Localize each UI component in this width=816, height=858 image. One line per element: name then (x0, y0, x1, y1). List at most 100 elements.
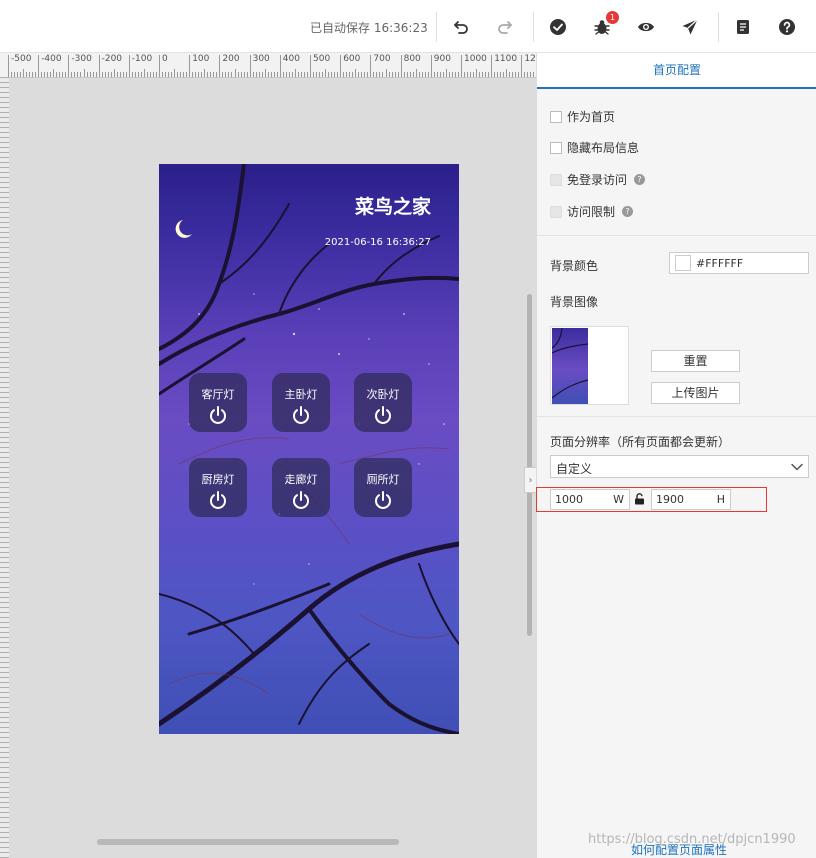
ruler-tick (131, 72, 133, 77)
night-sky-background (159, 164, 459, 734)
unlock-icon[interactable] (634, 493, 645, 505)
ruler-tick (340, 55, 342, 77)
ruler-tick (41, 72, 43, 77)
horizontal-ruler: -500 -400 -300 -200 -100 0 100 200 300 400 500 600 7… (0, 53, 536, 78)
ruler-tick (201, 72, 203, 77)
ruler-tick (316, 72, 318, 77)
ruler-tick (488, 72, 490, 77)
light-switch-master-bedroom[interactable]: 主卧灯 (272, 373, 330, 432)
bg-color-label: 背景颜色 (550, 259, 599, 273)
ruler-tick (146, 72, 148, 77)
light-switch-hallway[interactable]: 走廊灯 (272, 458, 330, 517)
bg-color-picker[interactable]: #FFFFFF (669, 252, 809, 274)
option-set-as-home[interactable]: 作为首页 (550, 108, 615, 125)
publish-button[interactable] (677, 14, 703, 40)
ruler-label: -400 (41, 54, 62, 64)
ruler-label: 600 (343, 54, 361, 64)
checkbox[interactable] (550, 141, 562, 154)
ruler-tick (155, 72, 157, 77)
option-access-restriction[interactable]: 访问限制 ? (550, 203, 634, 220)
ruler-tick (343, 72, 345, 77)
ruler-tick (436, 72, 438, 77)
ruler-tick (177, 72, 179, 77)
ruler-tick (448, 72, 450, 77)
ruler-tick (506, 69, 508, 77)
toolbar-divider (436, 12, 437, 42)
ruler-label: 1100 (494, 54, 518, 64)
light-switch-living-room[interactable]: 客厅灯 (189, 373, 247, 432)
ruler-tick (53, 69, 55, 77)
ruler-tick (337, 72, 339, 77)
redo-button[interactable] (492, 14, 518, 40)
ruler-tick (467, 72, 469, 77)
ruler-tick (249, 55, 251, 77)
upload-image-button[interactable]: 上传图片 (651, 382, 740, 404)
ruler-tick (300, 72, 302, 77)
ruler-tick (38, 55, 40, 77)
check-circle-icon (550, 19, 566, 35)
ruler-tick (180, 72, 182, 77)
reset-button[interactable]: 重置 (651, 350, 740, 372)
light-switch-second-bedroom[interactable]: 次卧灯 (354, 373, 412, 432)
ruler-tick (310, 55, 311, 77)
ruler-label: 0 (162, 54, 168, 64)
tab-page-config[interactable]: 首页配置 (537, 53, 816, 89)
resolution-select[interactable]: 自定义 (550, 455, 809, 478)
ruler-tick (11, 72, 13, 77)
design-canvas[interactable]: -500 -400 -300 -200 -100 0 100 200 300 400 500 600 7… (0, 53, 536, 858)
ruler-tick (101, 72, 103, 77)
ruler-tick (168, 72, 170, 77)
ruler-tick (388, 72, 390, 77)
preview-button[interactable] (633, 14, 659, 40)
resolution-label: 页面分辨率（所有页面都会更新） (550, 435, 731, 449)
ruler-tick (107, 72, 109, 77)
height-input[interactable]: 1900 H (651, 489, 731, 510)
ruler-tick (50, 72, 52, 77)
light-switch-kitchen[interactable]: 厨房灯 (189, 458, 247, 517)
ruler-tick (503, 72, 505, 77)
option-hide-layout-info[interactable]: 隐藏布局信息 (550, 139, 639, 156)
light-switch-toilet[interactable]: 厕所灯 (354, 458, 412, 517)
option-label: 作为首页 (567, 110, 616, 124)
check-button[interactable] (545, 14, 571, 40)
ruler-tick (149, 72, 151, 77)
phone-page-preview[interactable]: 菜鸟之家 2021-06-16 16:36:27 客厅灯 主卧灯 次卧灯 厨房灯… (159, 164, 459, 734)
ruler-tick (439, 72, 441, 77)
ruler-tick (445, 69, 447, 77)
ruler-tick (246, 72, 248, 77)
ruler-tick (355, 69, 357, 77)
ruler-label: 900 (433, 54, 451, 64)
undo-button[interactable] (448, 14, 474, 40)
chevron-right-icon: › (528, 474, 533, 486)
ruler-tick (35, 72, 37, 77)
width-input[interactable]: 1000 W (550, 489, 630, 510)
option-label: 访问限制 (567, 205, 616, 219)
ruler-tick (515, 72, 517, 77)
horizontal-scrollbar[interactable] (97, 839, 399, 845)
ruler-tick (228, 72, 230, 77)
ruler-label: -200 (101, 54, 123, 64)
ruler-tick (457, 72, 459, 77)
ruler-tick (382, 72, 384, 77)
ruler-tick (143, 69, 145, 77)
help-icon[interactable]: ? (634, 174, 646, 185)
ruler-tick (303, 72, 305, 77)
panel-collapse-handle[interactable]: › (524, 467, 536, 493)
debug-button[interactable]: 1 (589, 11, 619, 40)
help-icon[interactable]: ? (622, 206, 634, 217)
checkbox[interactable] (550, 110, 562, 123)
ruler-tick (116, 72, 118, 77)
ruler-tick (442, 72, 444, 77)
ruler-tick (110, 72, 112, 77)
option-login-free-access[interactable]: 免登录访问 ? (550, 171, 646, 188)
light-label: 客厅灯 (201, 388, 235, 401)
help-button[interactable] (774, 14, 800, 40)
power-icon (210, 406, 226, 424)
vertical-scrollbar[interactable] (527, 294, 532, 636)
ruler-tick (14, 72, 16, 77)
ruler-tick (334, 72, 336, 77)
document-button[interactable] (730, 14, 756, 40)
page-title: 菜鸟之家 (354, 196, 431, 218)
ruler-tick (234, 69, 236, 77)
ruler-tick (497, 72, 499, 77)
